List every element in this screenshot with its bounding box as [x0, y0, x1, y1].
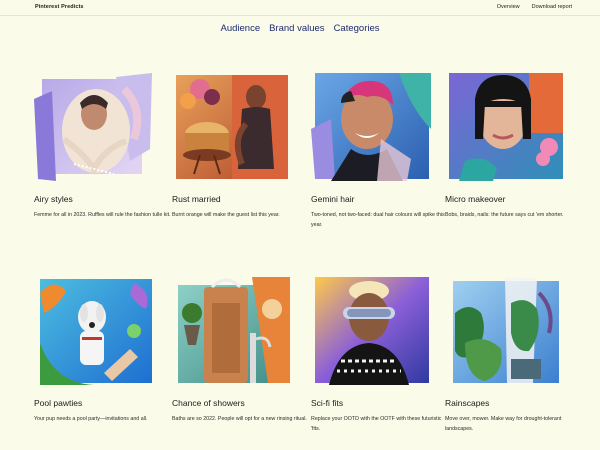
card-title: Gemini hair — [311, 194, 355, 204]
overview-link[interactable]: Overview — [497, 4, 520, 10]
brand-logo[interactable]: Pinterest Predicts — [35, 4, 84, 10]
card-title: Sci-fi fits — [311, 398, 344, 408]
download-report-link[interactable]: Download report — [532, 4, 572, 10]
card-description: Burnt orange will make the guest list th… — [172, 212, 280, 218]
tab-categories[interactable]: Categories — [334, 23, 380, 34]
airy-styles-image — [34, 73, 152, 181]
micro-makeover-image — [449, 73, 563, 181]
chance-of-showers-image — [178, 277, 290, 383]
pool-pawties-image — [40, 279, 152, 385]
tab-audience[interactable]: Audience — [220, 23, 260, 34]
section-nav: Audience Brand values Categories — [0, 23, 600, 34]
card-description: Replace your OOTD with the OOTF with the… — [311, 416, 442, 432]
rust-married-image — [176, 75, 288, 179]
card-title: Chance of showers — [172, 398, 245, 408]
gemini-hair-image — [311, 73, 431, 181]
card-title: Rust married — [172, 194, 221, 204]
card-title: Rainscapes — [445, 398, 490, 408]
card-title: Pool pawties — [34, 398, 83, 408]
card-title: Airy styles — [34, 194, 73, 204]
tab-brand-values[interactable]: Brand values — [269, 23, 324, 34]
rainscapes-image — [453, 277, 559, 383]
card-description: Bobs, braids, nails: the future says cut… — [445, 212, 564, 218]
sci-fi-fits-image — [315, 277, 429, 385]
card-description: Femme for all in 2023. Ruffles will rule… — [34, 212, 171, 218]
card-description: Baths are so 2022. People will opt for a… — [172, 416, 307, 422]
top-links: Overview Download report — [497, 4, 572, 10]
card-description: Your pup needs a pool party—invitations … — [34, 416, 148, 422]
card-description: Move over, mower. Make way for drought-t… — [445, 416, 562, 432]
card-title: Micro makeover — [445, 194, 506, 204]
card-description: Two-toned, not two-faced: dual hair colo… — [311, 212, 445, 228]
top-bar: Pinterest Predicts Overview Download rep… — [0, 0, 600, 16]
